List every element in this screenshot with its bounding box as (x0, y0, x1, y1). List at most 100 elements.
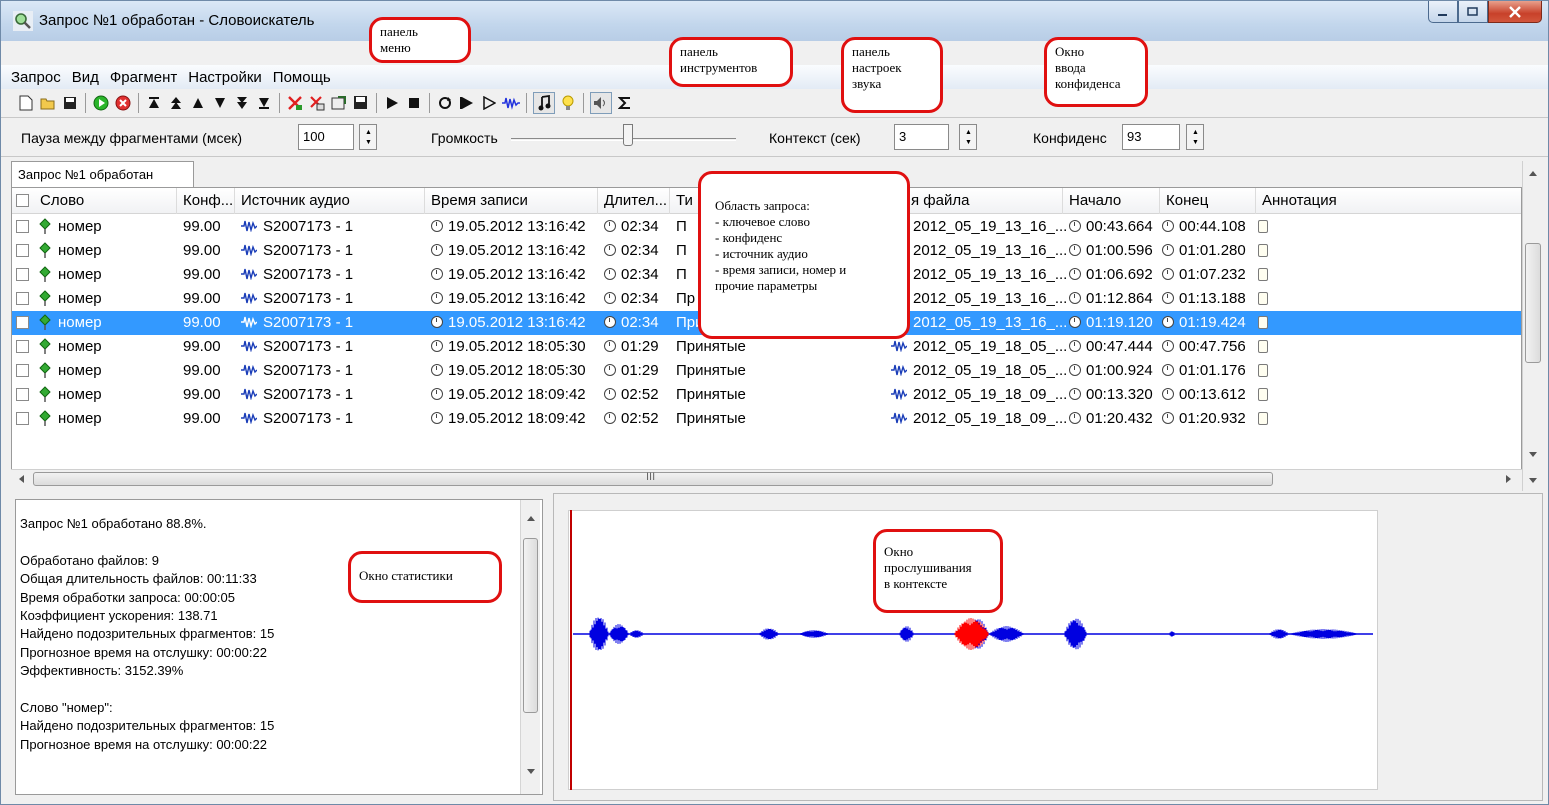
start-button[interactable] (92, 94, 110, 112)
row-checkbox[interactable] (16, 412, 29, 425)
audio-source-icon (241, 268, 257, 280)
callout-statistics: Окно статистики (348, 551, 502, 603)
context-input[interactable]: 3 (894, 124, 949, 150)
annotation-note-icon[interactable] (1258, 268, 1268, 281)
hint-button[interactable] (559, 94, 577, 112)
context-stepper[interactable]: ▲ ▼ (959, 124, 977, 150)
menu-query[interactable]: Запрос (11, 69, 61, 86)
callout-menu-panel: панель меню (369, 17, 471, 63)
annotation-note-icon[interactable] (1258, 340, 1268, 353)
confidence-stepper[interactable]: ▲ ▼ (1186, 124, 1204, 150)
annotation-note-icon[interactable] (1258, 388, 1268, 401)
play-mode-filled-button[interactable] (458, 94, 476, 112)
clock-icon (1162, 268, 1174, 280)
annotation-note-icon[interactable] (1258, 364, 1268, 377)
go-prev-button[interactable] (189, 94, 207, 112)
cell-audio-source: S2007173 - 1 (263, 290, 354, 307)
column-header-annotation[interactable]: Аннотация (1256, 188, 1521, 214)
stop-button[interactable] (114, 94, 132, 112)
double-down-icon (237, 97, 247, 109)
cell-start: 00:13.320 (1086, 386, 1153, 403)
callout-sound-line-2: настроек (852, 60, 902, 75)
column-header-file-name[interactable]: я файла (905, 188, 1063, 214)
row-checkbox[interactable] (16, 268, 29, 281)
statistics-scrollbar[interactable] (520, 500, 540, 794)
menu-fragment[interactable]: Фрагмент (110, 69, 177, 86)
column-header-duration[interactable]: Длител... (598, 188, 670, 214)
row-checkbox[interactable] (16, 244, 29, 257)
go-last-button[interactable] (255, 94, 273, 112)
sum-button[interactable] (616, 94, 634, 112)
vertical-scroll-thumb[interactable] (1525, 243, 1541, 363)
export-icon (331, 96, 346, 110)
horizontal-scroll-thumb[interactable]: III (33, 471, 1273, 486)
callout-query-line-4: - источник аудио (715, 246, 808, 261)
menu-settings[interactable]: Настройки (188, 69, 262, 86)
new-query-button[interactable] (17, 94, 35, 112)
column-header-record-time[interactable]: Время записи (425, 188, 598, 214)
annotation-note-icon[interactable] (1258, 412, 1268, 425)
speaker-button[interactable] (590, 92, 612, 114)
cell-audio-source: S2007173 - 1 (263, 362, 354, 379)
row-checkbox[interactable] (16, 340, 29, 353)
title-bar[interactable]: Запрос №1 обработан - Словоискатель (1, 1, 1548, 41)
playback-cursor[interactable] (570, 510, 572, 790)
row-checkbox[interactable] (16, 364, 29, 377)
menu-view[interactable]: Вид (72, 69, 99, 86)
reject-fragment-button[interactable] (286, 94, 304, 112)
annotation-note-icon[interactable] (1258, 316, 1268, 329)
reject-all-button[interactable] (308, 94, 326, 112)
audio-source-icon (241, 220, 257, 232)
save-button[interactable] (61, 94, 79, 112)
play-button[interactable] (383, 94, 401, 112)
annotation-note-icon[interactable] (1258, 244, 1268, 257)
clock-icon (431, 220, 443, 232)
cell-confidence: 99.00 (183, 242, 221, 259)
minimize-button[interactable] (1428, 1, 1458, 23)
confidence-input[interactable]: 93 (1122, 124, 1180, 150)
statistics-scroll-thumb[interactable] (523, 538, 538, 713)
menu-help[interactable]: Помощь (273, 69, 331, 86)
save-fragment-button[interactable] (352, 94, 370, 112)
export-button[interactable] (330, 94, 348, 112)
callout-sound-line-1: панель (852, 44, 890, 59)
volume-slider-thumb[interactable] (623, 124, 633, 146)
table-row[interactable]: номер 99.00 S2007173 - 1 19.05.2012 18:09:4… (12, 383, 1521, 407)
table-horizontal-scrollbar[interactable]: III (11, 469, 1522, 487)
callout-query-area: Область запроса: - ключевое слово - конф… (698, 171, 910, 339)
row-checkbox[interactable] (16, 220, 29, 233)
annotation-note-icon[interactable] (1258, 292, 1268, 305)
column-header-word[interactable]: Слово (34, 188, 177, 214)
close-button[interactable] (1488, 1, 1542, 23)
column-header-end[interactable]: Конец (1160, 188, 1256, 214)
waveform-button[interactable] (502, 94, 520, 112)
column-header-confidence[interactable]: Конф... (177, 188, 235, 214)
row-checkbox[interactable] (16, 316, 29, 329)
play-mode-outline-button[interactable] (480, 94, 498, 112)
pause-input[interactable]: 100 (298, 124, 354, 150)
tab-query-1[interactable]: Запрос №1 обработан (11, 161, 194, 187)
annotation-note-icon[interactable] (1258, 220, 1268, 233)
go-next-button[interactable] (211, 94, 229, 112)
go-prev-page-button[interactable] (167, 94, 185, 112)
stop-playback-button[interactable] (405, 94, 423, 112)
go-next-page-button[interactable] (233, 94, 251, 112)
table-vertical-scrollbar[interactable] (1522, 161, 1542, 491)
row-checkbox[interactable] (16, 388, 29, 401)
column-header-start[interactable]: Начало (1063, 188, 1160, 214)
column-header-audio-source[interactable]: Источник аудио (235, 188, 425, 214)
pause-stepper[interactable]: ▲ ▼ (359, 124, 377, 150)
waveform-segment (1289, 629, 1359, 639)
music-note-button[interactable] (533, 92, 555, 114)
row-checkbox[interactable] (16, 292, 29, 305)
cell-record-time: 19.05.2012 13:16:42 (448, 290, 586, 307)
open-button[interactable] (39, 94, 57, 112)
select-all-checkbox[interactable] (16, 194, 29, 207)
stepper-down-icon: ▼ (1192, 139, 1199, 146)
statistics-line: Слово "номер": (20, 700, 113, 715)
table-row[interactable]: номер 99.00 S2007173 - 1 19.05.2012 18:09:4… (12, 407, 1521, 431)
go-first-button[interactable] (145, 94, 163, 112)
table-row[interactable]: номер 99.00 S2007173 - 1 19.05.2012 18:05:3… (12, 359, 1521, 383)
loop-button[interactable] (436, 94, 454, 112)
maximize-button[interactable] (1458, 1, 1488, 23)
